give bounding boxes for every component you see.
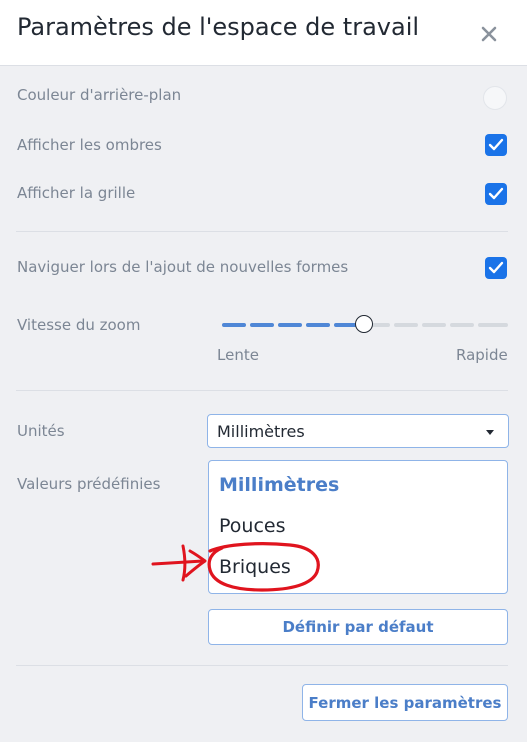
zoom-max-label: Rapide [456,346,508,364]
slider-segment [306,323,330,327]
units-select[interactable]: Millimètres [207,414,509,448]
close-settings-button[interactable]: Fermer les paramètres [302,684,508,721]
units-value: Millimètres [217,422,305,441]
preset-option-pouces[interactable]: Pouces [219,515,285,537]
navigate-checkbox[interactable] [485,257,507,279]
background-color-label: Couleur d'arrière-plan [17,86,182,104]
divider [16,231,508,232]
dialog-header: Paramètres de l'espace de travail [0,0,527,66]
check-icon [488,187,504,200]
background-color-swatch[interactable] [483,86,507,110]
slider-segment [250,323,274,327]
show-shadows-label: Afficher les ombres [17,136,162,154]
set-default-label: Définir par défaut [282,618,434,636]
check-icon [488,261,504,274]
check-icon [488,138,504,151]
slider-thumb[interactable] [355,315,373,333]
units-label: Unités [17,422,65,440]
set-default-button[interactable]: Définir par défaut [208,609,508,645]
presets-list[interactable]: Millimètres Pouces Briques [208,460,508,594]
divider [16,665,508,666]
slider-segment [222,323,246,327]
preset-option-millimetres[interactable]: Millimètres [219,474,339,496]
presets-label: Valeurs prédéfinies [17,475,161,493]
zoom-speed-slider[interactable] [222,314,508,336]
slider-segment [450,323,474,327]
zoom-min-label: Lente [217,346,259,364]
navigate-label: Naviguer lors de l'ajout de nouvelles fo… [17,258,349,276]
show-grid-label: Afficher la grille [17,184,136,202]
show-grid-checkbox[interactable] [485,183,507,205]
zoom-speed-label: Vitesse du zoom [17,316,141,334]
close-icon[interactable] [478,22,500,44]
close-settings-label: Fermer les paramètres [308,693,502,712]
show-shadows-checkbox[interactable] [485,134,507,156]
slider-segment [422,323,446,327]
slider-segment [478,323,508,327]
chevron-down-icon [486,430,494,435]
dialog-title: Paramètres de l'espace de travail [17,13,420,41]
slider-segment [278,323,302,327]
preset-option-briques[interactable]: Briques [219,556,291,578]
slider-segment [394,323,418,327]
divider [16,390,508,391]
